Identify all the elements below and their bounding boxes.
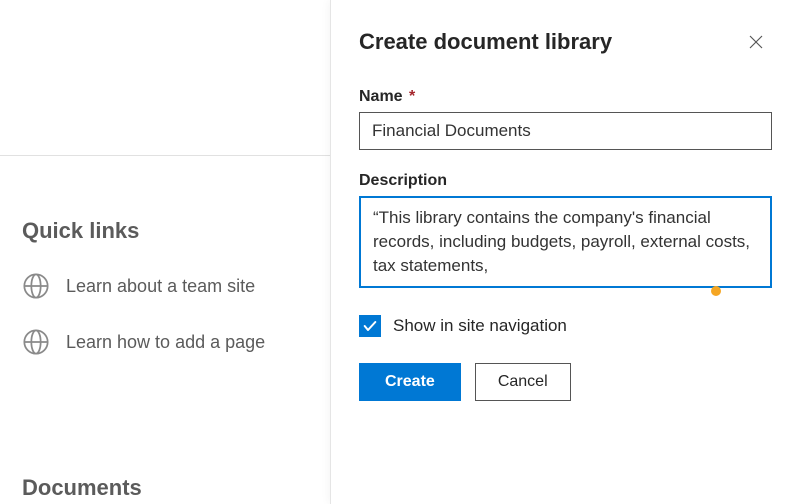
quick-link-add-page[interactable]: Learn how to add a page bbox=[22, 328, 265, 356]
name-input[interactable] bbox=[359, 112, 772, 150]
globe-icon bbox=[22, 272, 50, 300]
quick-links-section: Quick links Learn about a team site Lear… bbox=[22, 218, 265, 384]
quick-links-heading: Quick links bbox=[22, 218, 265, 244]
panel-header: Create document library bbox=[359, 26, 772, 58]
divider bbox=[0, 155, 330, 156]
description-textarea[interactable] bbox=[359, 196, 772, 288]
quick-link-label: Learn about a team site bbox=[66, 276, 255, 297]
quick-link-team-site[interactable]: Learn about a team site bbox=[22, 272, 265, 300]
show-in-nav-checkbox[interactable] bbox=[359, 315, 381, 337]
show-in-nav-label: Show in site navigation bbox=[393, 316, 567, 336]
name-label: Name * bbox=[359, 88, 772, 106]
documents-heading: Documents bbox=[22, 475, 142, 501]
close-button[interactable] bbox=[740, 26, 772, 58]
create-library-panel: Create document library Name * Descripti… bbox=[330, 0, 800, 504]
close-icon bbox=[747, 33, 765, 51]
panel-title: Create document library bbox=[359, 29, 612, 55]
create-button[interactable]: Create bbox=[359, 363, 461, 401]
description-label: Description bbox=[359, 172, 772, 190]
button-row: Create Cancel bbox=[359, 363, 772, 401]
required-indicator: * bbox=[405, 88, 416, 105]
show-in-nav-row: Show in site navigation bbox=[359, 315, 772, 337]
quick-link-label: Learn how to add a page bbox=[66, 332, 265, 353]
cancel-button[interactable]: Cancel bbox=[475, 363, 571, 401]
globe-icon bbox=[22, 328, 50, 356]
check-icon bbox=[362, 318, 378, 334]
cursor-dot-decoration bbox=[711, 286, 721, 296]
